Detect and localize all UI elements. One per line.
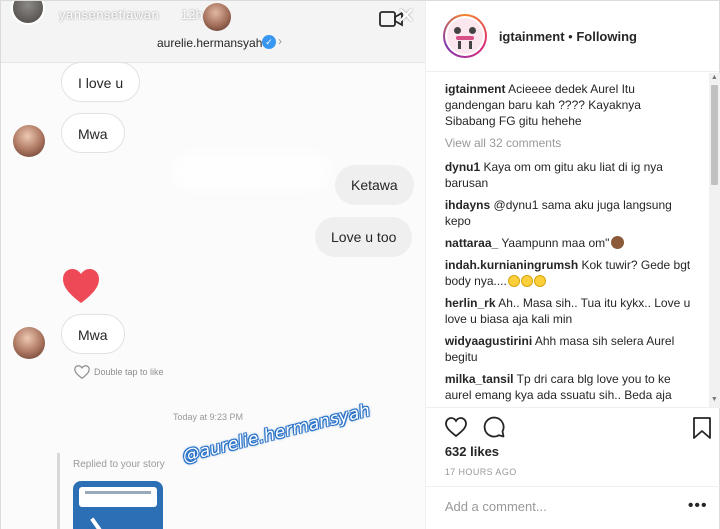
header-separator: •	[564, 28, 577, 44]
peer-username: aurelie.hermansyah	[157, 36, 263, 50]
peer-avatar	[203, 3, 231, 31]
double-tap-label: Double tap to like	[94, 367, 164, 377]
comment-username[interactable]: indah.kurnianingrumsh	[445, 258, 578, 272]
comment-item: dynu1 Kaya om om gitu aku liat di ig nya…	[445, 159, 694, 191]
mention-sticker: @aurelie.hermansyah	[180, 400, 373, 467]
comment-item: herlin_rk Ah.. Masa sih.. Tua itu kykx..…	[445, 295, 694, 327]
comment-item: ihdayns @dynu1 sama aku juga langsung ke…	[445, 197, 694, 229]
heart-icon	[63, 269, 99, 303]
save-bookmark-icon[interactable]	[692, 416, 712, 440]
smiley-emoji-icon	[520, 275, 533, 287]
comment-username[interactable]: nattaraa_	[445, 236, 498, 250]
scroll-down-arrow-icon[interactable]: ▼	[711, 396, 718, 403]
comments-list[interactable]: igtainment Acieeee dedek Aurel Itu gande…	[426, 73, 708, 407]
comment-username[interactable]: milka_tansil	[445, 372, 514, 386]
story-avatar	[11, 1, 45, 25]
scrollbar-thumb[interactable]	[710, 85, 718, 185]
message-bubble: Ketawa	[335, 165, 414, 205]
comment-username[interactable]: widyaagustirini	[445, 334, 532, 348]
story-time: 12h	[181, 7, 203, 22]
comment-item: indah.kurnianingrumsh Kok tuwir? Gede bg…	[445, 257, 694, 289]
add-comment-section: •••	[425, 486, 720, 529]
caption: igtainment Acieeee dedek Aurel Itu gande…	[445, 81, 694, 129]
comment-username[interactable]: herlin_rk	[445, 296, 496, 310]
comment-username[interactable]: dynu1	[445, 160, 480, 174]
follow-status-button[interactable]: Following	[576, 29, 637, 44]
heart-outline-icon	[74, 365, 90, 380]
post-image[interactable]: yansensetiawan 12h aurelie.hermansyah ✓ …	[1, 1, 425, 529]
comment-item: widyaagustirini Ahh masa sih selera Aure…	[445, 333, 694, 365]
post-sidebar: igtainment • Following igtainment Acieee…	[424, 1, 720, 529]
story-thumbnail	[73, 481, 163, 529]
comment-bubble-icon[interactable]	[482, 415, 506, 439]
account-username[interactable]: igtainment	[499, 29, 565, 44]
story-username: yansensetiawan	[59, 7, 160, 22]
igtainment-logo	[446, 18, 483, 54]
message-bubble: I love u	[61, 62, 141, 102]
account-avatar[interactable]	[442, 14, 487, 58]
comment-item: milka_tansil Tp dri cara blg love you to…	[445, 371, 694, 403]
smiley-emoji-icon	[507, 275, 520, 287]
comment-text: Yaampunn maa om"	[501, 236, 610, 250]
account-line: igtainment • Following	[499, 29, 637, 44]
dm-header: yansensetiawan 12h aurelie.hermansyah ✓ …	[1, 1, 425, 63]
post-timestamp: 17 HOURS AGO	[444, 467, 517, 477]
message-timestamp: Today at 9:23 PM	[173, 412, 244, 422]
comment-item: nattaraa_ Yaampunn maa om"	[445, 235, 694, 251]
add-comment-input[interactable]	[444, 499, 665, 514]
reply-label: Replied to your story	[73, 459, 165, 470]
message-bubble: Mwa	[61, 113, 125, 153]
verified-badge-icon: ✓	[262, 35, 276, 49]
monkey-emoji-icon	[611, 236, 625, 249]
reply-indicator	[57, 453, 60, 529]
message-bubble: Mwa	[61, 314, 125, 354]
smiley-emoji-icon	[533, 275, 546, 287]
more-options-icon[interactable]: •••	[688, 497, 708, 515]
sender-avatar	[13, 125, 45, 157]
view-all-comments-link[interactable]: View all 32 comments	[445, 135, 694, 151]
image-highlight	[171, 151, 331, 191]
post-header: igtainment • Following	[425, 1, 719, 72]
post-actions	[425, 407, 720, 443]
message-bubble: Love u too	[315, 217, 413, 257]
chevron-right-icon: ›	[278, 34, 282, 48]
sender-avatar	[13, 327, 45, 359]
close-icon: ✕	[397, 3, 416, 28]
comment-username[interactable]: ihdayns	[445, 198, 490, 212]
caption-username[interactable]: igtainment	[445, 82, 506, 96]
instagram-post-window: yansensetiawan 12h aurelie.hermansyah ✓ …	[0, 0, 720, 529]
likes-count[interactable]: 632 likes	[445, 444, 499, 459]
scroll-up-arrow-icon[interactable]: ▲	[711, 74, 718, 81]
double-tap-hint: Double tap to like	[73, 363, 164, 381]
like-heart-icon[interactable]	[444, 415, 468, 439]
